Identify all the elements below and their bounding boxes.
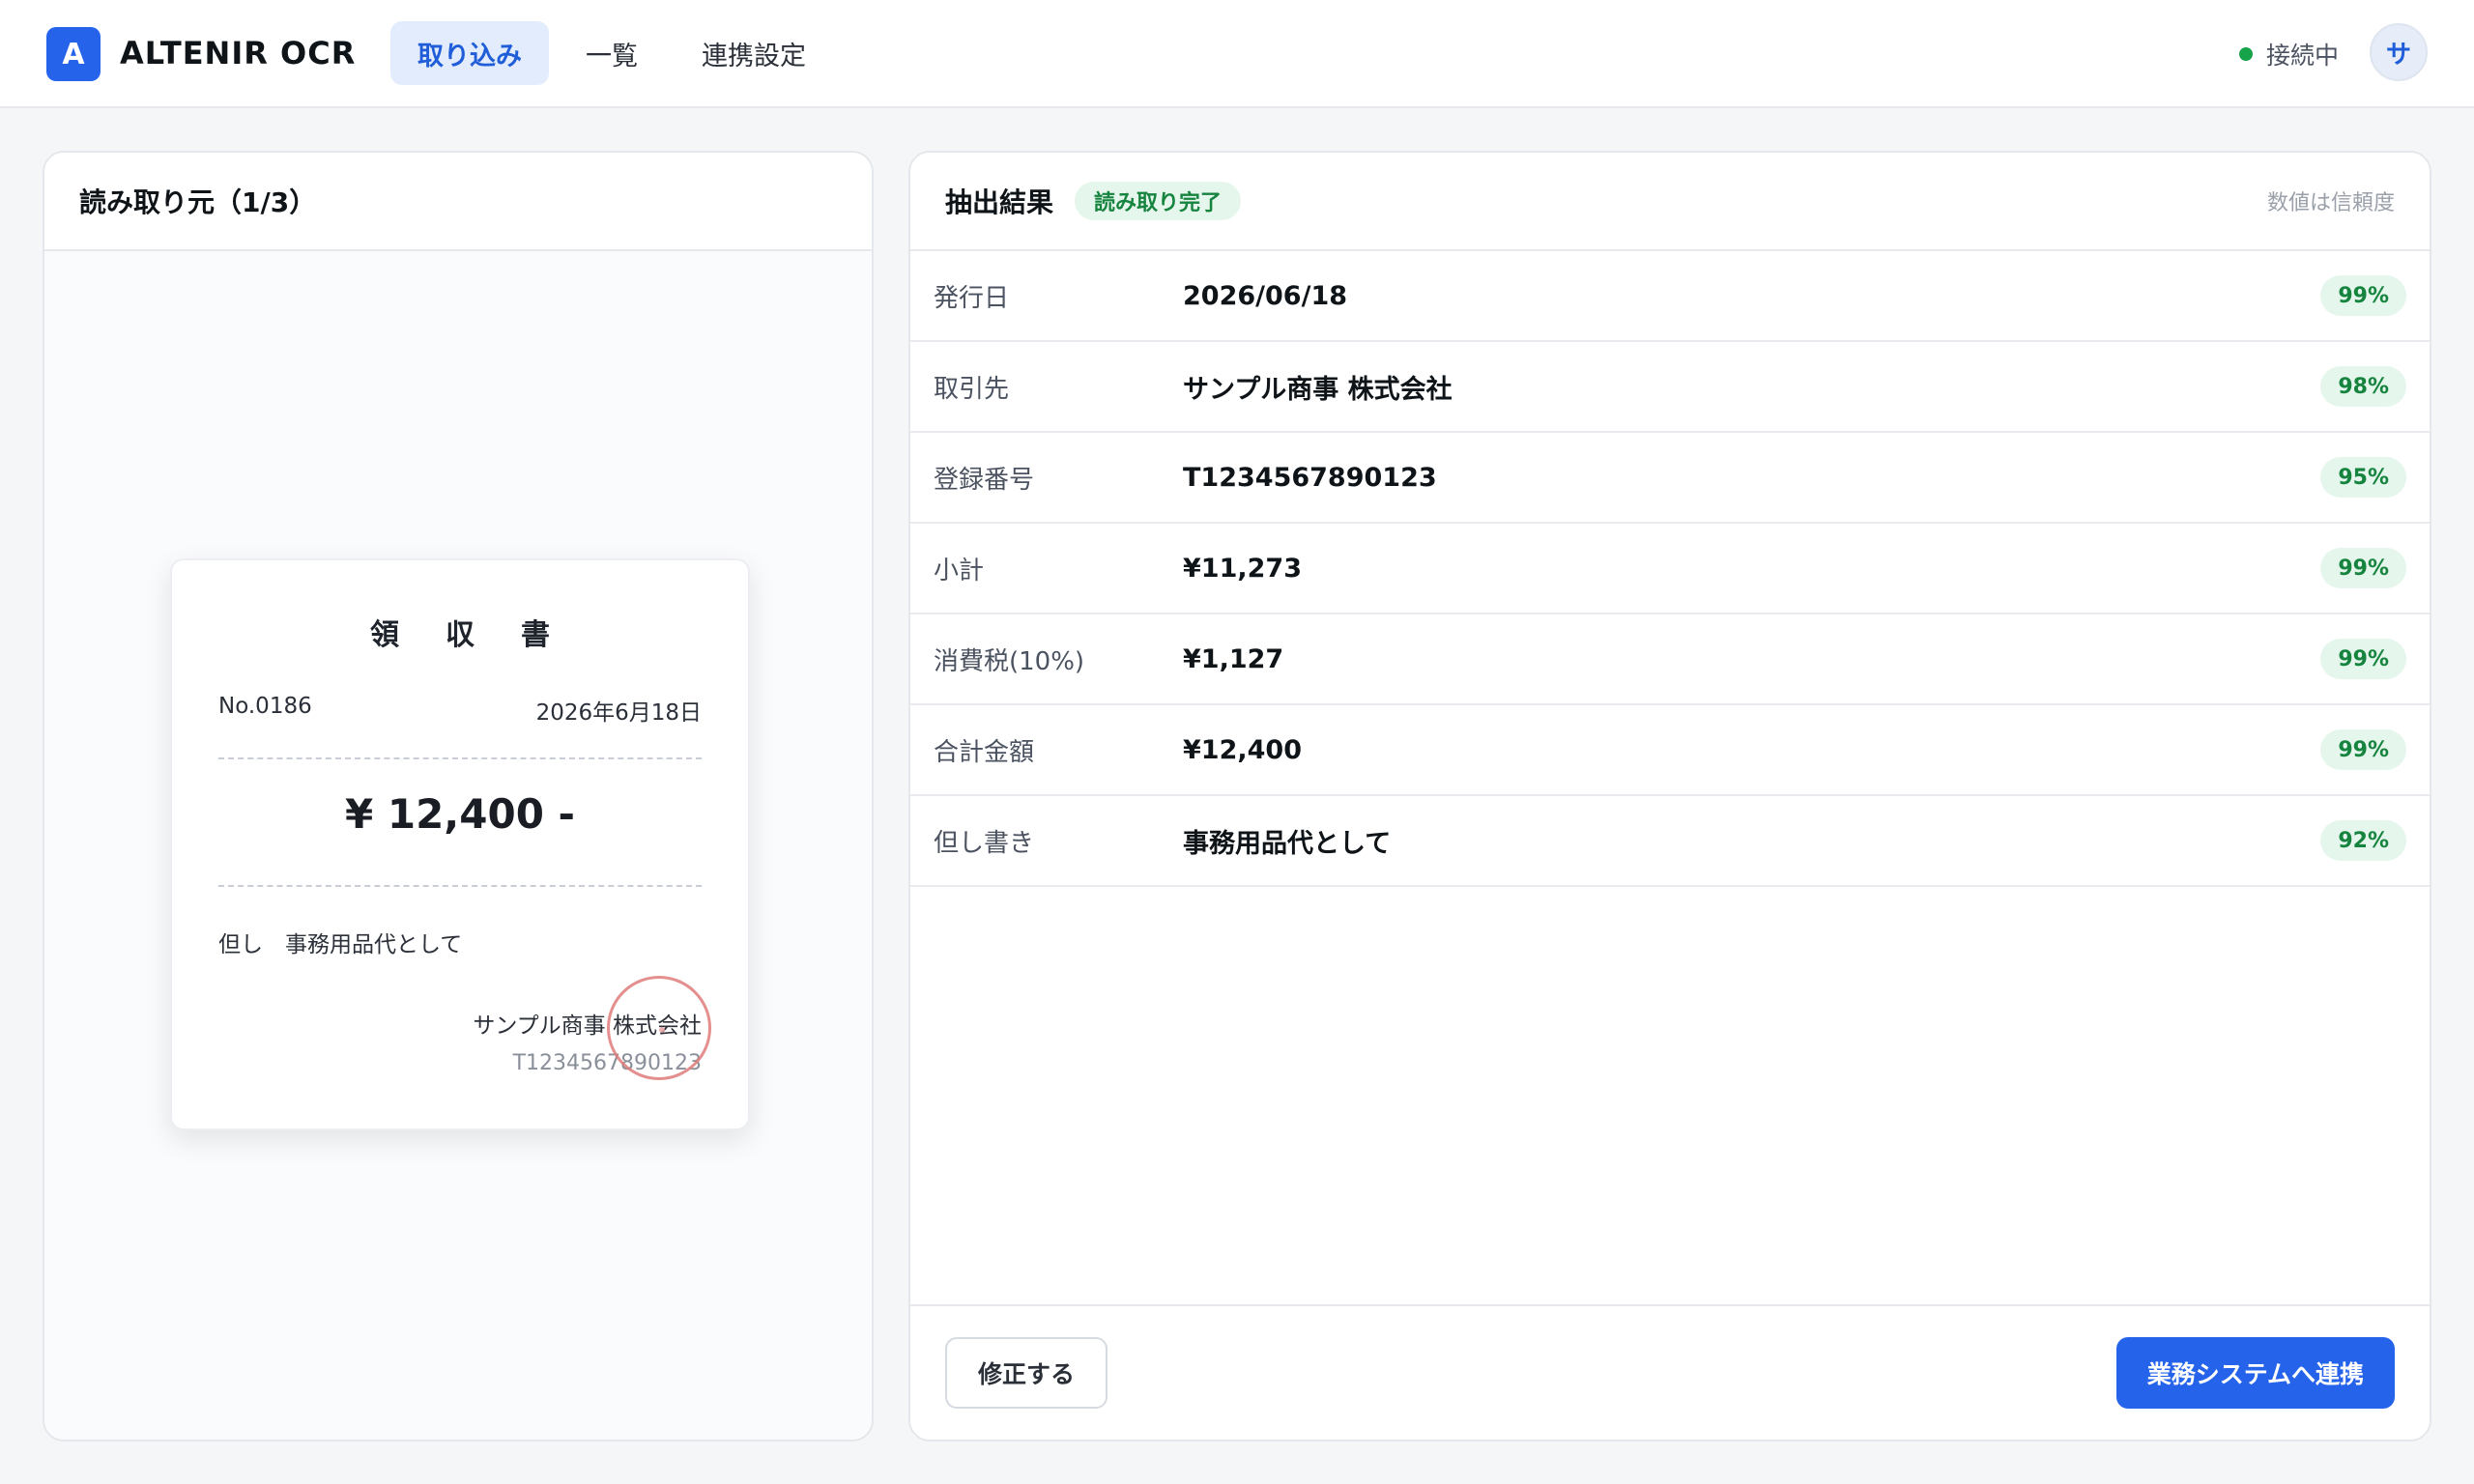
results-footer: 修正する 業務システムへ連携 xyxy=(910,1304,2430,1440)
confidence-badge: 99% xyxy=(2320,639,2406,679)
send-to-system-button[interactable]: 業務システムへ連携 xyxy=(2115,1337,2395,1409)
field-label: 取引先 xyxy=(934,374,1010,404)
field-label: 但し書き xyxy=(934,828,1035,858)
edit-button[interactable]: 修正する xyxy=(945,1337,1108,1409)
source-panel-header: 読み取り元（1/3） xyxy=(44,153,872,251)
connection-status: 接続中 xyxy=(2238,37,2339,71)
confidence-badge: 99% xyxy=(2320,548,2406,588)
field-row-vendor[interactable]: 取引先 サンプル商事 株式会社 98% xyxy=(910,342,2430,433)
confidence-badge: 98% xyxy=(2320,366,2406,407)
company-seal-stamp xyxy=(607,976,711,1080)
field-label: 登録番号 xyxy=(934,465,1035,495)
results-panel-title: 抽出結果 xyxy=(945,186,1054,218)
tab-list[interactable]: 一覧 xyxy=(559,21,665,85)
source-panel: 読み取り元（1/3） 領収書 No.0186 2026年6月18日 ¥ 12,4… xyxy=(43,151,874,1441)
main-nav: 取り込み 一覧 連携設定 xyxy=(390,21,833,85)
field-value: 事務用品代として xyxy=(1183,828,1392,859)
user-avatar[interactable]: サ xyxy=(2370,23,2428,81)
field-label: 消費税(10%) xyxy=(934,646,1085,676)
field-row-total-amount[interactable]: 合計金額 ¥12,400 99% xyxy=(910,705,2430,796)
status-badge: 読み取り完了 xyxy=(1075,182,1242,220)
field-row-consumption-tax[interactable]: 消費税(10%) ¥1,127 99% xyxy=(910,614,2430,705)
top-header: A ALTENIR OCR 取り込み 一覧 連携設定 接続中 サ xyxy=(0,0,2474,108)
field-row-issue-date[interactable]: 発行日 2026/06/18 99% xyxy=(910,251,2430,342)
receipt-image: 領収書 No.0186 2026年6月18日 ¥ 12,400 - 但し 事務用… xyxy=(170,558,750,1130)
receipt-divider xyxy=(218,885,702,887)
app-title: ALTENIR OCR xyxy=(120,35,357,71)
confidence-badge: 99% xyxy=(2320,275,2406,316)
confidence-badge: 99% xyxy=(2320,729,2406,770)
field-value: 2026/06/18 xyxy=(1183,280,1348,311)
field-value: ¥1,127 xyxy=(1183,643,1284,674)
confidence-badge: 95% xyxy=(2320,457,2406,498)
field-value: ¥12,400 xyxy=(1183,734,1302,765)
field-label: 小計 xyxy=(934,556,985,585)
field-value: サンプル商事 株式会社 xyxy=(1183,374,1453,405)
confidence-note: 数値は信頼度 xyxy=(2266,191,2395,215)
field-value: T1234567890123 xyxy=(1183,462,1437,493)
source-preview-area: 領収書 No.0186 2026年6月18日 ¥ 12,400 - 但し 事務用… xyxy=(44,251,872,1440)
seal-mark xyxy=(659,1027,665,1033)
confidence-badge: 92% xyxy=(2320,820,2406,861)
results-panel-header: 抽出結果 読み取り完了 数値は信頼度 xyxy=(910,153,2430,251)
field-label: 発行日 xyxy=(934,283,1010,313)
extracted-fields-list: 発行日 2026/06/18 99% 取引先 サンプル商事 株式会社 98% 登… xyxy=(910,251,2430,887)
field-value: ¥11,273 xyxy=(1183,553,1302,584)
receipt-number: No.0186 xyxy=(218,694,312,719)
receipt-memo: 但し 事務用品代として xyxy=(218,932,463,957)
tab-integration-settings[interactable]: 連携設定 xyxy=(675,21,833,85)
source-panel-title: 読み取り元（1/3） xyxy=(79,186,317,218)
field-row-registration-number[interactable]: 登録番号 T1234567890123 95% xyxy=(910,433,2430,524)
receipt-title: 領収書 xyxy=(370,618,596,652)
connection-status-label: 接続中 xyxy=(2265,42,2339,70)
results-panel: 抽出結果 読み取り完了 数値は信頼度 発行日 2026/06/18 99% 取引… xyxy=(908,151,2431,1441)
receipt-amount: ¥ 12,400 - xyxy=(345,790,575,838)
field-row-memo[interactable]: 但し書き 事務用品代として 92% xyxy=(910,796,2430,887)
field-label: 合計金額 xyxy=(934,737,1035,767)
tab-import[interactable]: 取り込み xyxy=(390,21,549,85)
receipt-divider xyxy=(218,757,702,759)
status-dot-icon xyxy=(2238,47,2253,61)
receipt-date: 2026年6月18日 xyxy=(535,700,702,726)
app-logo: A xyxy=(46,27,101,81)
field-row-subtotal[interactable]: 小計 ¥11,273 99% xyxy=(910,524,2430,614)
